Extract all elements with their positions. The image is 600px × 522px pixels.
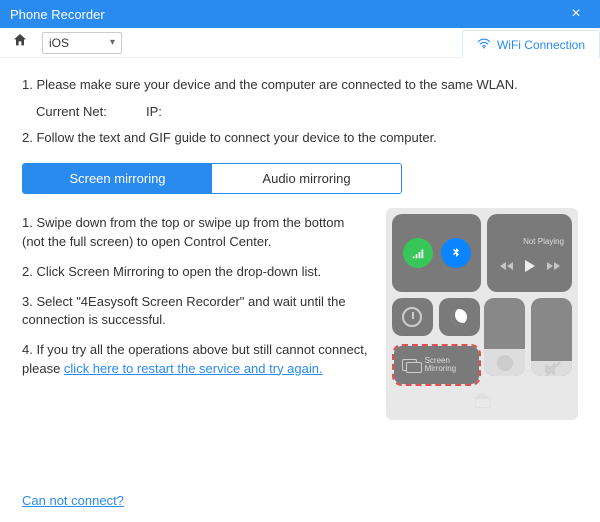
instruction-4: 4. If you try all the operations above b…	[22, 341, 370, 377]
cc-screen-mirroring-tile: Screen Mirroring	[394, 346, 479, 384]
tab-wifi-connection[interactable]: WiFi Connection	[462, 30, 600, 58]
tab-screen-mirroring[interactable]: Screen mirroring	[23, 164, 212, 193]
titlebar: Phone Recorder ×	[0, 0, 600, 28]
cellular-icon	[403, 238, 433, 268]
cc-screen-mirroring-highlight: Screen Mirroring	[392, 344, 481, 386]
mute-icon	[545, 362, 559, 376]
wifi-icon	[477, 37, 491, 52]
not-playing-label: Not Playing	[523, 237, 564, 246]
step-1-text: 1. Please make sure your device and the …	[22, 76, 578, 94]
device-select[interactable]: iOS ▾	[42, 32, 122, 54]
home-icon[interactable]	[8, 32, 32, 53]
home-indicator-icon	[473, 392, 491, 408]
tab-audio-mirroring[interactable]: Audio mirroring	[212, 164, 401, 193]
instructions-column: 1. Swipe down from the top or swipe up f…	[22, 208, 370, 389]
content: 1. Please make sure your device and the …	[0, 58, 600, 522]
wifi-tab-label: WiFi Connection	[497, 38, 585, 52]
device-select-value: iOS	[49, 36, 69, 50]
instruction-1: 1. Swipe down from the top or swipe up f…	[22, 214, 370, 250]
restart-service-link[interactable]: click here to restart the service and tr…	[64, 361, 323, 376]
cannot-connect-link[interactable]: Can not connect?	[22, 493, 124, 508]
play-icon	[525, 260, 535, 272]
mirroring-tabs: Screen mirroring Audio mirroring	[22, 163, 402, 194]
current-net-label: Current Net:	[36, 104, 116, 119]
network-row: Current Net: IP:	[36, 104, 578, 119]
screen-mirroring-label: Screen Mirroring	[425, 357, 471, 375]
bluetooth-icon	[441, 238, 471, 268]
screen-mirroring-icon	[402, 359, 417, 371]
cc-connectivity-tile	[392, 214, 481, 292]
toolbar: iOS ▾ WiFi Connection	[0, 28, 600, 58]
next-track-icon	[547, 262, 560, 270]
prev-track-icon	[500, 262, 513, 270]
chevron-down-icon: ▾	[110, 37, 115, 48]
instruction-3: 3. Select "4Easysoft Screen Recorder" an…	[22, 293, 370, 329]
cc-media-tile: Not Playing	[487, 214, 572, 292]
close-icon[interactable]: ×	[562, 5, 590, 23]
control-center-preview: Not Playing	[386, 208, 578, 420]
window-title: Phone Recorder	[10, 7, 562, 22]
ip-label: IP:	[146, 104, 226, 119]
step-2-text: 2. Follow the text and GIF guide to conn…	[22, 129, 578, 147]
instruction-2: 2. Click Screen Mirroring to open the dr…	[22, 263, 370, 281]
